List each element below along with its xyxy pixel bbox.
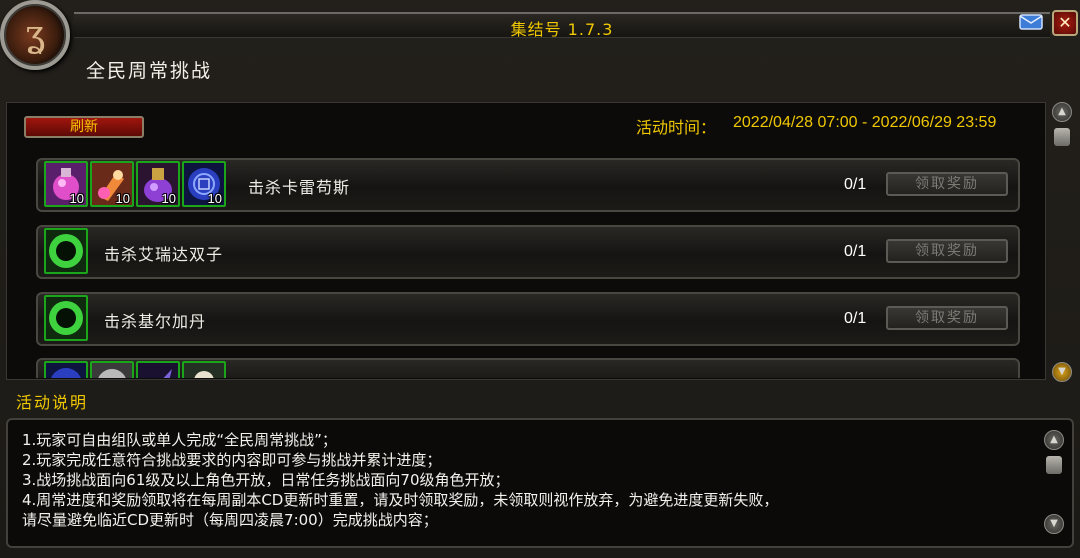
row-clip — [36, 358, 1020, 378]
description-text: 1.玩家可自由组队或单人完成“全民周常挑战”； 2.玩家完成任意符合挑战要求的内… — [22, 430, 778, 530]
scroll-down-button[interactable]: ▼ — [1044, 514, 1064, 534]
window: 集结号 1.7.3 ʓ ✕ 全民周常挑战 刷新 活动时间： 2022/04/28… — [0, 0, 1080, 558]
challenge-label: 击杀基尔加丹 — [104, 312, 207, 331]
challenge-progress: 0/1 — [844, 176, 867, 193]
grey-stone-icon — [92, 363, 132, 378]
scroll-up-button[interactable]: ▲ — [1052, 102, 1072, 122]
description-line: 3.战场挑战面向61级及以上角色开放，日常任务挑战面向70级角色开放； — [22, 471, 510, 489]
white-herb-icon — [184, 363, 224, 378]
reward-items — [44, 295, 88, 343]
challenge-row-eredar-twins: 击杀艾瑞达双子 0/1 领取奖励 — [36, 225, 1020, 279]
item-count: 10 — [161, 191, 176, 206]
description-scrollbar[interactable]: ▲ ▼ — [1042, 428, 1066, 540]
challenge-label: 击杀艾瑞达双子 — [104, 245, 224, 264]
reward-item[interactable] — [44, 295, 88, 341]
item-count: 10 — [69, 191, 84, 206]
challenge-label: 击杀卡雷苟斯 — [248, 178, 351, 197]
description-line: 2.玩家完成任意符合挑战要求的内容即可参与挑战并累计进度； — [22, 451, 442, 469]
scroll-thumb[interactable] — [1046, 456, 1062, 474]
reward-item[interactable] — [90, 361, 134, 378]
item-count: 10 — [115, 191, 130, 206]
reward-items — [44, 228, 88, 276]
reward-item[interactable] — [182, 361, 226, 378]
description-line: 请尽量避免临近CD更新时（每周四凌晨7:00）完成挑战内容； — [22, 511, 438, 529]
portrait-emblem: ʓ — [24, 14, 46, 55]
scroll-thumb[interactable] — [1054, 128, 1070, 146]
reward-item[interactable] — [44, 361, 88, 378]
claim-reward-button[interactable]: 领取奖励 — [886, 172, 1008, 196]
reward-item[interactable]: 10 — [182, 161, 226, 207]
challenge-progress: 0/1 — [844, 310, 867, 327]
challenge-row-kiljaeden: 击杀基尔加丹 0/1 领取奖励 — [36, 292, 1020, 346]
blue-rune-icon — [46, 363, 86, 378]
description-panel: 1.玩家可自由组队或单人完成“全民周常挑战”； 2.玩家完成任意符合挑战要求的内… — [6, 418, 1074, 548]
claim-reward-button[interactable]: 领取奖励 — [886, 306, 1008, 330]
claim-reward-button[interactable]: 领取奖励 — [886, 239, 1008, 263]
challenge-progress: 0/1 — [844, 243, 867, 260]
title-bar[interactable]: 集结号 1.7.3 — [74, 12, 1050, 39]
reward-item[interactable]: 10 — [136, 161, 180, 207]
purple-feather-icon — [138, 363, 178, 378]
reward-item[interactable]: 10 — [90, 161, 134, 207]
window-title: 集结号 1.7.3 — [510, 20, 614, 39]
challenge-row-partial — [36, 358, 1020, 378]
reward-item[interactable] — [136, 361, 180, 378]
reward-items — [44, 361, 226, 378]
reward-item[interactable] — [44, 228, 88, 274]
reward-item[interactable]: 10 — [44, 161, 88, 207]
challenge-scrollbar[interactable]: ▲ ▼ — [1050, 100, 1074, 384]
item-count: 10 — [207, 191, 222, 206]
page-title: 全民周常挑战 — [86, 60, 213, 82]
description-title: 活动说明 — [16, 393, 89, 412]
challenge-row-kalecgos: 10 10 10 10 击杀卡雷苟斯 0/1 领取奖励 — [36, 158, 1020, 212]
addon-portrait-icon: ʓ — [0, 0, 70, 70]
period-value: 2022/04/28 07:00 - 2022/06/29 23:59 — [733, 114, 997, 131]
description-line: 1.玩家可自由组队或单人完成“全民周常挑战”； — [22, 431, 337, 449]
reward-items: 10 10 10 10 — [44, 161, 226, 209]
mail-icon[interactable] — [1018, 12, 1044, 32]
description-line: 4.周常进度和奖励领取将在每周副本CD更新时重置，请及时领取奖励，未领取则视作放… — [22, 491, 779, 509]
period-label: 活动时间： — [636, 118, 717, 137]
scroll-up-button[interactable]: ▲ — [1044, 430, 1064, 450]
green-ring-icon — [46, 230, 86, 272]
close-button[interactable]: ✕ — [1052, 10, 1078, 36]
refresh-button[interactable]: 刷新 — [24, 116, 144, 138]
green-ring-icon — [46, 297, 86, 339]
scroll-down-button[interactable]: ▼ — [1052, 362, 1072, 382]
